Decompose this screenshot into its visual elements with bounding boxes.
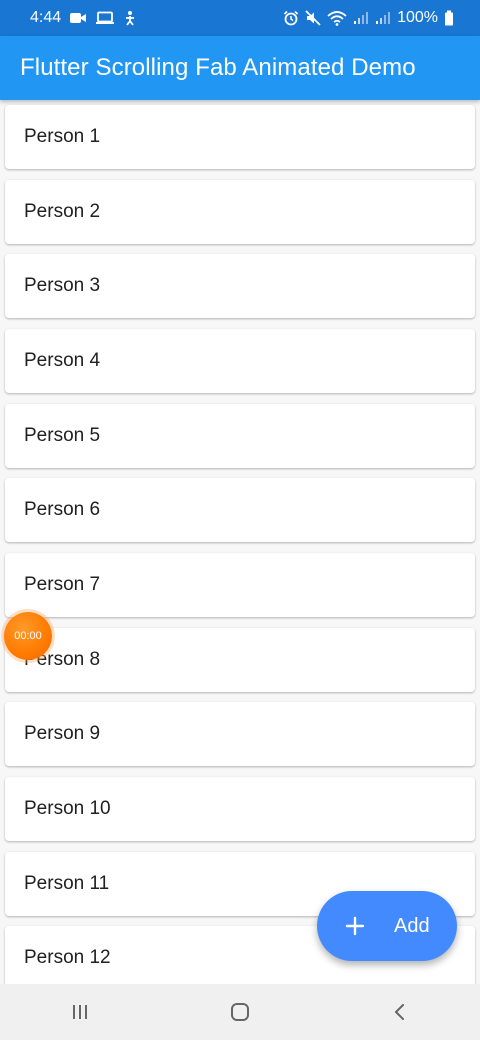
list-item-label: Person 12 — [24, 947, 111, 968]
list-item[interactable]: Person 2 — [5, 180, 475, 244]
system-nav-bar — [0, 984, 480, 1040]
list-item-label: Person 5 — [24, 425, 101, 446]
timer-text: 00:00 — [14, 630, 42, 642]
list-item-label: Person 6 — [24, 499, 101, 520]
signal-icon — [375, 11, 391, 25]
list-item[interactable]: Person 5 — [5, 404, 475, 468]
list-item-label: Person 7 — [24, 574, 101, 595]
list-item[interactable]: Person 6 — [5, 478, 475, 542]
recent-apps-icon[interactable] — [40, 984, 120, 1040]
laptop-icon — [95, 11, 115, 25]
battery-icon — [444, 10, 454, 26]
list-item[interactable]: Person 7 — [5, 553, 475, 617]
list-item-label: Person 4 — [24, 350, 101, 371]
list-item[interactable]: Person 9 — [5, 702, 475, 766]
status-right: 100% — [283, 9, 454, 27]
wifi-icon — [327, 10, 347, 26]
status-left: 4:44 — [30, 9, 137, 27]
list-item-label: Person 9 — [24, 723, 101, 744]
list-item[interactable]: Person 10 — [5, 777, 475, 841]
list-item-label: Person 1 — [24, 126, 101, 147]
status-time: 4:44 — [30, 9, 62, 26]
plus-icon — [344, 915, 366, 937]
status-bar: 4:44 100% — [0, 0, 480, 36]
video-camera-icon — [69, 11, 87, 25]
list-item-label: Person 10 — [24, 798, 111, 819]
person-list[interactable]: Person 1 Person 2 Person 3 Person 4 Pers… — [0, 100, 480, 984]
list-item-label: Person 2 — [24, 201, 101, 222]
list-item[interactable]: Person 3 — [5, 254, 475, 318]
accessibility-icon — [123, 10, 137, 26]
mute-icon — [305, 10, 321, 26]
recording-timer-bubble[interactable]: 00:00 — [4, 612, 52, 660]
list-item[interactable]: Person 4 — [5, 329, 475, 393]
list-item-label: Person 3 — [24, 275, 101, 296]
signal-icon — [353, 11, 369, 25]
alarm-icon — [283, 10, 299, 26]
list-item[interactable]: Person 8 — [5, 628, 475, 692]
add-button-label: Add — [394, 914, 430, 937]
back-icon[interactable] — [360, 984, 440, 1040]
add-button[interactable]: Add — [317, 891, 457, 961]
home-icon[interactable] — [200, 984, 280, 1040]
battery-percentage: 100% — [397, 9, 438, 26]
list-item-label: Person 11 — [24, 873, 110, 894]
list-item[interactable]: Person 1 — [5, 105, 475, 169]
app-bar: Flutter Scrolling Fab Animated Demo — [0, 36, 480, 100]
app-title: Flutter Scrolling Fab Animated Demo — [20, 54, 416, 81]
